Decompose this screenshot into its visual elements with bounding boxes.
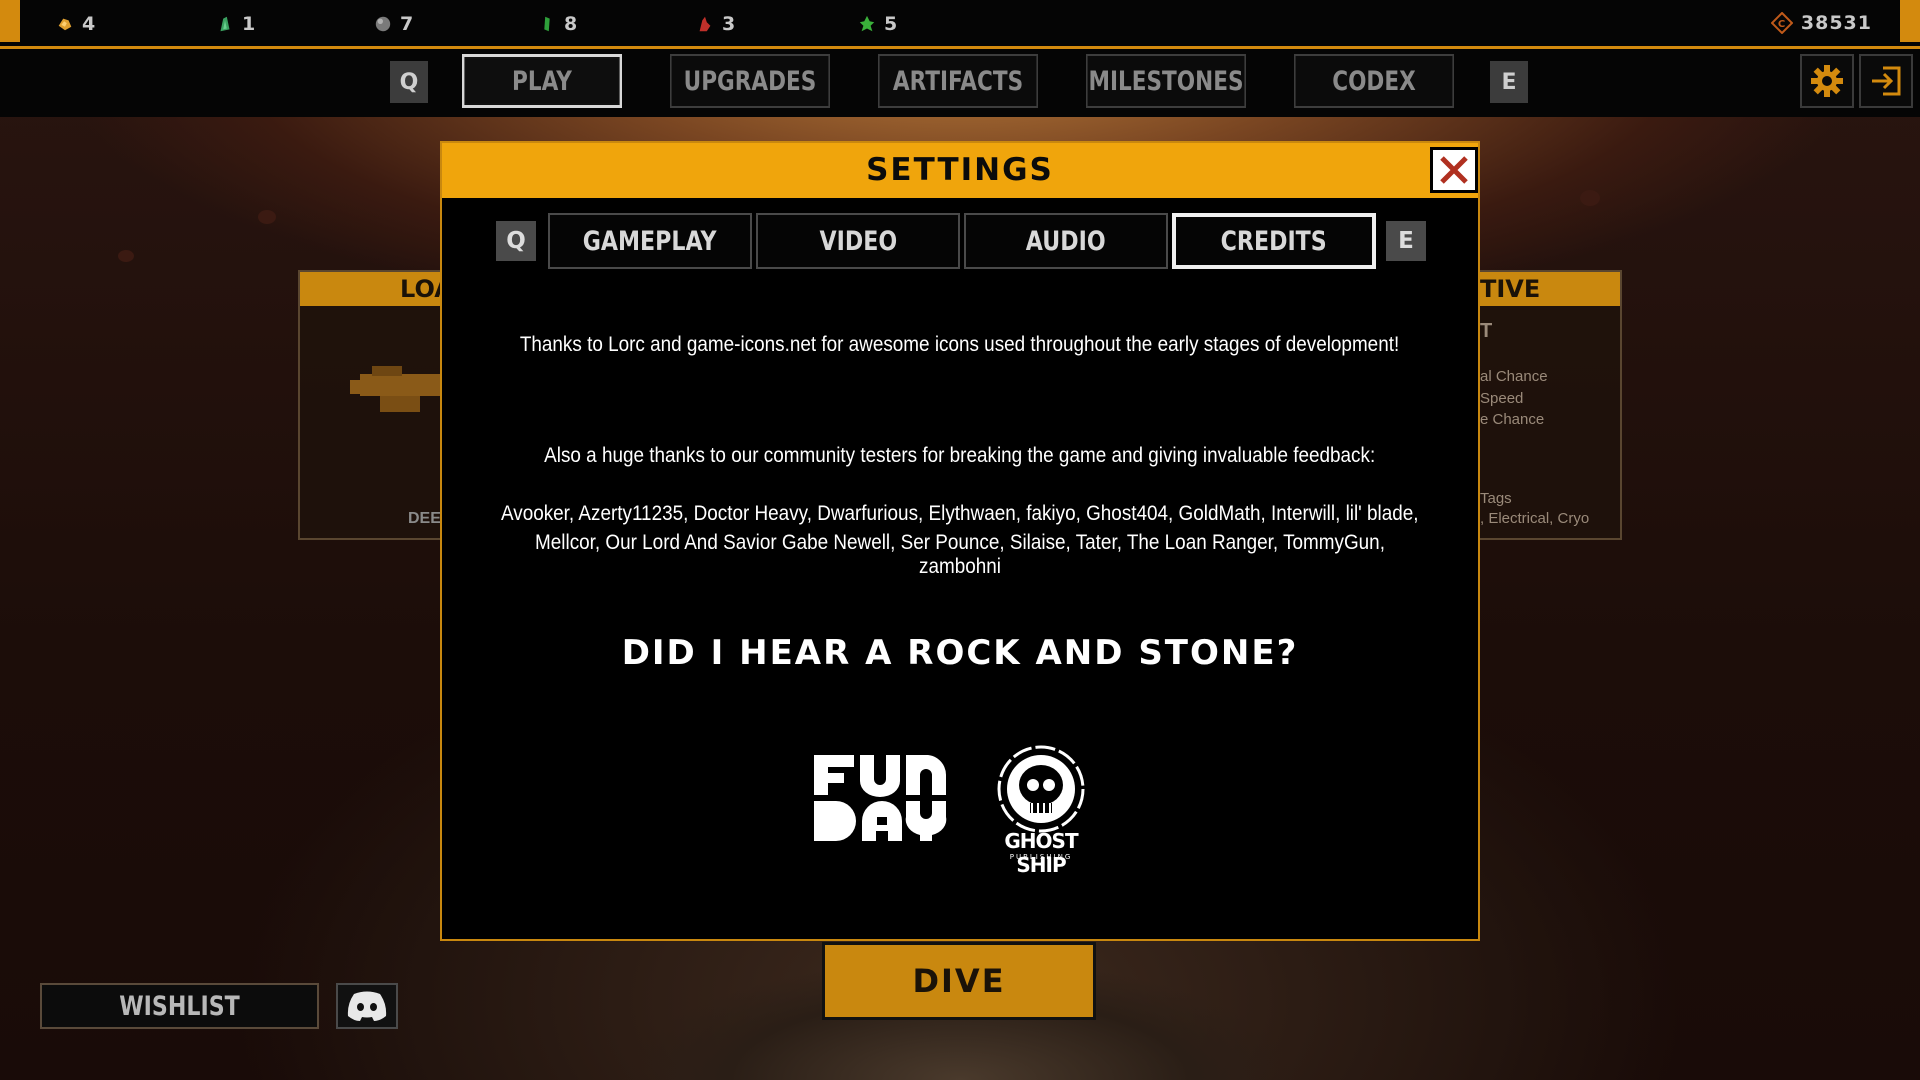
credits-value: 38531 (1800, 12, 1872, 34)
resource-grey-orb: 7 (374, 12, 413, 36)
wishlist-label: WISHLIST (119, 990, 240, 1022)
wishlist-button[interactable]: WISHLIST (40, 983, 319, 1029)
resource-gold: 4 (56, 12, 95, 36)
objective-line: Speed (1480, 390, 1524, 407)
gear-icon (1811, 65, 1843, 97)
gold-ore-icon (58, 18, 72, 31)
resource-bar-cap (1900, 0, 1920, 42)
tab-milestones[interactable]: MILESTONES (1086, 54, 1246, 108)
testers-list-line: Avooker, Azerty11235, Doctor Heavy, Dwar… (501, 502, 1419, 525)
icons-thanks-text: Thanks to Lorc and game-icons.net for aw… (520, 333, 1400, 356)
tab-gameplay[interactable]: GAMEPLAY (548, 213, 752, 269)
resource-green-crystal: 1 (216, 12, 255, 36)
close-icon (1440, 156, 1468, 184)
settings-button[interactable] (1800, 54, 1854, 108)
objective-tags-label: Tags (1480, 490, 1512, 507)
tab-credits-label: CREDITS (1220, 225, 1328, 257)
settings-prev-key[interactable]: Q (496, 221, 536, 261)
exit-icon (1872, 66, 1901, 96)
resource-green-shard: 8 (538, 12, 577, 36)
settings-dialog: SETTINGS Q GAMEPLAY VIDEO AUDIO CREDITS … (440, 141, 1480, 941)
green-plant-icon (859, 15, 875, 32)
tab-codex[interactable]: CODEX (1294, 54, 1454, 108)
green-shard-icon (544, 16, 550, 32)
nav-next-key[interactable]: E (1490, 61, 1528, 103)
objective-line: al Chance (1480, 368, 1548, 385)
resource-count: 5 (884, 13, 898, 35)
resource-count: 8 (564, 13, 578, 35)
discord-button[interactable] (336, 983, 398, 1029)
green-crystal-icon (220, 16, 230, 32)
background-rock (258, 210, 276, 224)
credits-display: C 38531 (1770, 12, 1872, 34)
loadout-panel: LOA DEEF (298, 270, 460, 540)
objective-line: T (1480, 320, 1493, 342)
background-rock (1580, 190, 1600, 206)
resource-bar (0, 0, 1920, 49)
rock-and-stone-heading: DID I HEAR A ROCK AND STONE? (621, 633, 1299, 673)
red-crystal-icon (699, 16, 711, 32)
tab-play[interactable]: PLAY (462, 54, 622, 108)
nav-prev-key[interactable]: Q (390, 61, 428, 103)
funday-games-logo (814, 754, 948, 865)
funday-logo-mark (814, 754, 947, 841)
grey-orb-icon (375, 16, 391, 32)
dive-button[interactable]: DIVE (822, 942, 1096, 1020)
loadout-panel-header: LOA (300, 272, 456, 306)
resource-count: 7 (400, 13, 414, 35)
testers-thanks-text: Also a huge thanks to our community test… (544, 444, 1376, 467)
tab-audio[interactable]: AUDIO (964, 213, 1168, 269)
tab-artifacts[interactable]: ARTIFACTS (878, 54, 1038, 108)
tab-gameplay-label: GAMEPLAY (583, 225, 717, 257)
resource-bar-cap (0, 0, 20, 42)
objective-panel-header: TIVE (1480, 272, 1620, 306)
tab-upgrades[interactable]: UPGRADES (670, 54, 830, 108)
resource-red-crystal: 3 (696, 12, 735, 36)
tab-video-label: VIDEO (819, 225, 897, 257)
close-button[interactable] (1430, 147, 1478, 193)
credit-icon: C (1770, 12, 1793, 34)
objective-line: e Chance (1480, 411, 1545, 428)
discord-icon (347, 991, 387, 1021)
resource-count: 4 (82, 13, 96, 35)
ghost-ship-logo-sub: PUBLISHING (1009, 853, 1073, 861)
resource-count: 3 (722, 13, 736, 35)
ghost-ship-logo: GHOST SHIP PUBLISHING (978, 743, 1104, 877)
resource-green-plant: 5 (858, 12, 897, 36)
background-rock (118, 250, 134, 262)
tab-credits[interactable]: CREDITS (1172, 213, 1376, 269)
tab-video[interactable]: VIDEO (756, 213, 960, 269)
objective-panel: TIVE T al Chance Speed e Chance Tags , E… (1478, 270, 1622, 540)
settings-next-key[interactable]: E (1386, 221, 1426, 261)
exit-button[interactable] (1859, 54, 1913, 108)
tab-audio-label: AUDIO (1026, 225, 1106, 257)
resource-count: 1 (242, 13, 256, 35)
objective-tags: , Electrical, Cryo (1480, 510, 1590, 527)
testers-list-line: Mellcor, Our Lord And Savior Gabe Newell… (535, 531, 1385, 578)
svg-text:C: C (1778, 19, 1786, 30)
settings-title: SETTINGS (866, 152, 1054, 188)
